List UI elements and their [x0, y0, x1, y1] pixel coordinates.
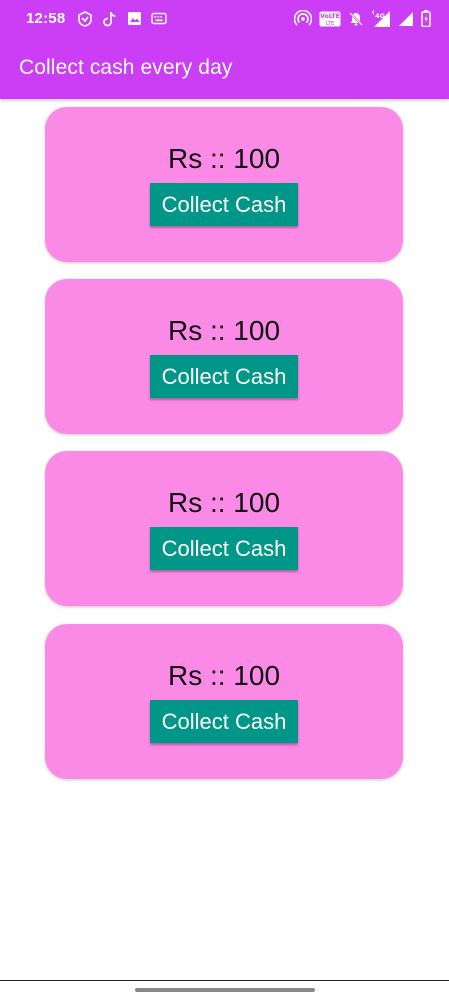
- image-icon: [127, 11, 142, 26]
- app-title: Collect cash every day: [19, 56, 233, 79]
- status-right-icons: VoLTE LTE 4G: [294, 9, 431, 28]
- svg-text:VoLTE: VoLTE: [320, 13, 339, 20]
- mute-icon: [348, 11, 364, 27]
- network-label: 4G: [375, 12, 385, 20]
- gesture-nav-bar: [0, 980, 449, 999]
- volte-icon: VoLTE LTE: [319, 11, 341, 27]
- status-time: 12:58: [26, 10, 66, 27]
- battery-icon: [421, 10, 431, 27]
- card-amount: Rs :: 100: [167, 143, 281, 174]
- signal-icon: [398, 11, 414, 27]
- data-signal-icon: 4G: [371, 9, 391, 28]
- keyboard-icon: [151, 12, 168, 25]
- card-amount: Rs :: 100: [167, 660, 281, 691]
- home-gesture-handle[interactable]: [135, 988, 315, 992]
- collect-cash-button[interactable]: Collect Cash: [150, 527, 298, 570]
- hotspot-icon: [294, 9, 312, 28]
- cash-card: Rs :: 100 Collect Cash: [45, 279, 403, 434]
- screen: 12:58 VoLTE LTE 4G Collect cash every da…: [0, 0, 449, 999]
- app-bar: Collect cash every day: [0, 37, 449, 99]
- status-bar: 12:58 VoLTE LTE 4G: [0, 0, 449, 37]
- collect-cash-button[interactable]: Collect Cash: [150, 183, 298, 226]
- status-left-icons: [77, 10, 168, 27]
- card-amount: Rs :: 100: [167, 315, 281, 346]
- vpn-shield-icon: [77, 10, 93, 27]
- svg-text:LTE: LTE: [326, 21, 334, 27]
- cash-card: Rs :: 100 Collect Cash: [45, 451, 403, 606]
- collect-cash-button[interactable]: Collect Cash: [150, 700, 298, 743]
- tiktok-icon: [102, 11, 118, 27]
- card-amount: Rs :: 100: [167, 487, 281, 518]
- cash-card: Rs :: 100 Collect Cash: [45, 624, 403, 779]
- cash-card: Rs :: 100 Collect Cash: [45, 107, 403, 262]
- collect-cash-button[interactable]: Collect Cash: [150, 355, 298, 398]
